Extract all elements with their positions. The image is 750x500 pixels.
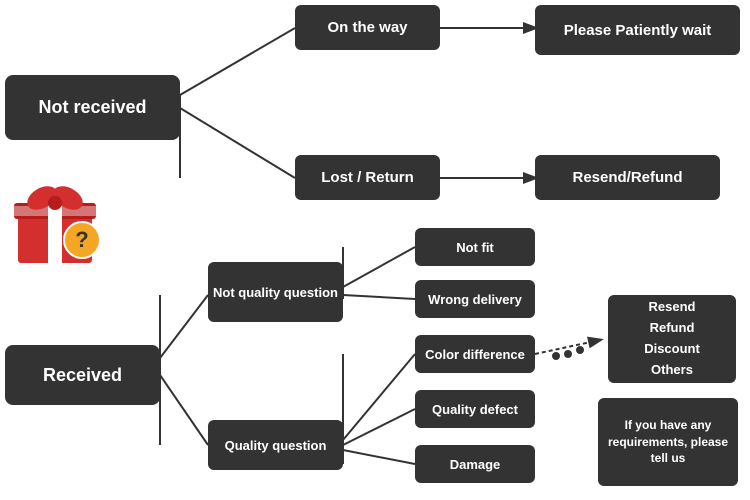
not-fit-node: Not fit	[415, 228, 535, 266]
color-difference-node: Color difference	[415, 335, 535, 373]
wrong-delivery-node: Wrong delivery	[415, 280, 535, 318]
quality-question-node: Quality question	[208, 420, 343, 470]
not-quality-node: Not quality question	[208, 262, 343, 322]
lost-return-node: Lost / Return	[295, 155, 440, 200]
resend-refund-top-node: Resend/Refund	[535, 155, 720, 200]
svg-text:?: ?	[75, 227, 88, 252]
quality-defect-node: Quality defect	[415, 390, 535, 428]
damage-node: Damage	[415, 445, 535, 483]
if-requirements-node: If you have any requirements, please tel…	[598, 398, 738, 486]
diagram: ? Not received On the way Please Patient…	[0, 0, 750, 500]
please-wait-node: Please Patiently wait	[535, 5, 740, 55]
on-the-way-node: On the way	[295, 5, 440, 50]
resend-options-node: Resend Refund Discount Others	[608, 295, 736, 383]
received-node: Received	[5, 345, 160, 405]
not-received-node: Not received	[5, 75, 180, 140]
gift-icon: ?	[10, 170, 110, 270]
